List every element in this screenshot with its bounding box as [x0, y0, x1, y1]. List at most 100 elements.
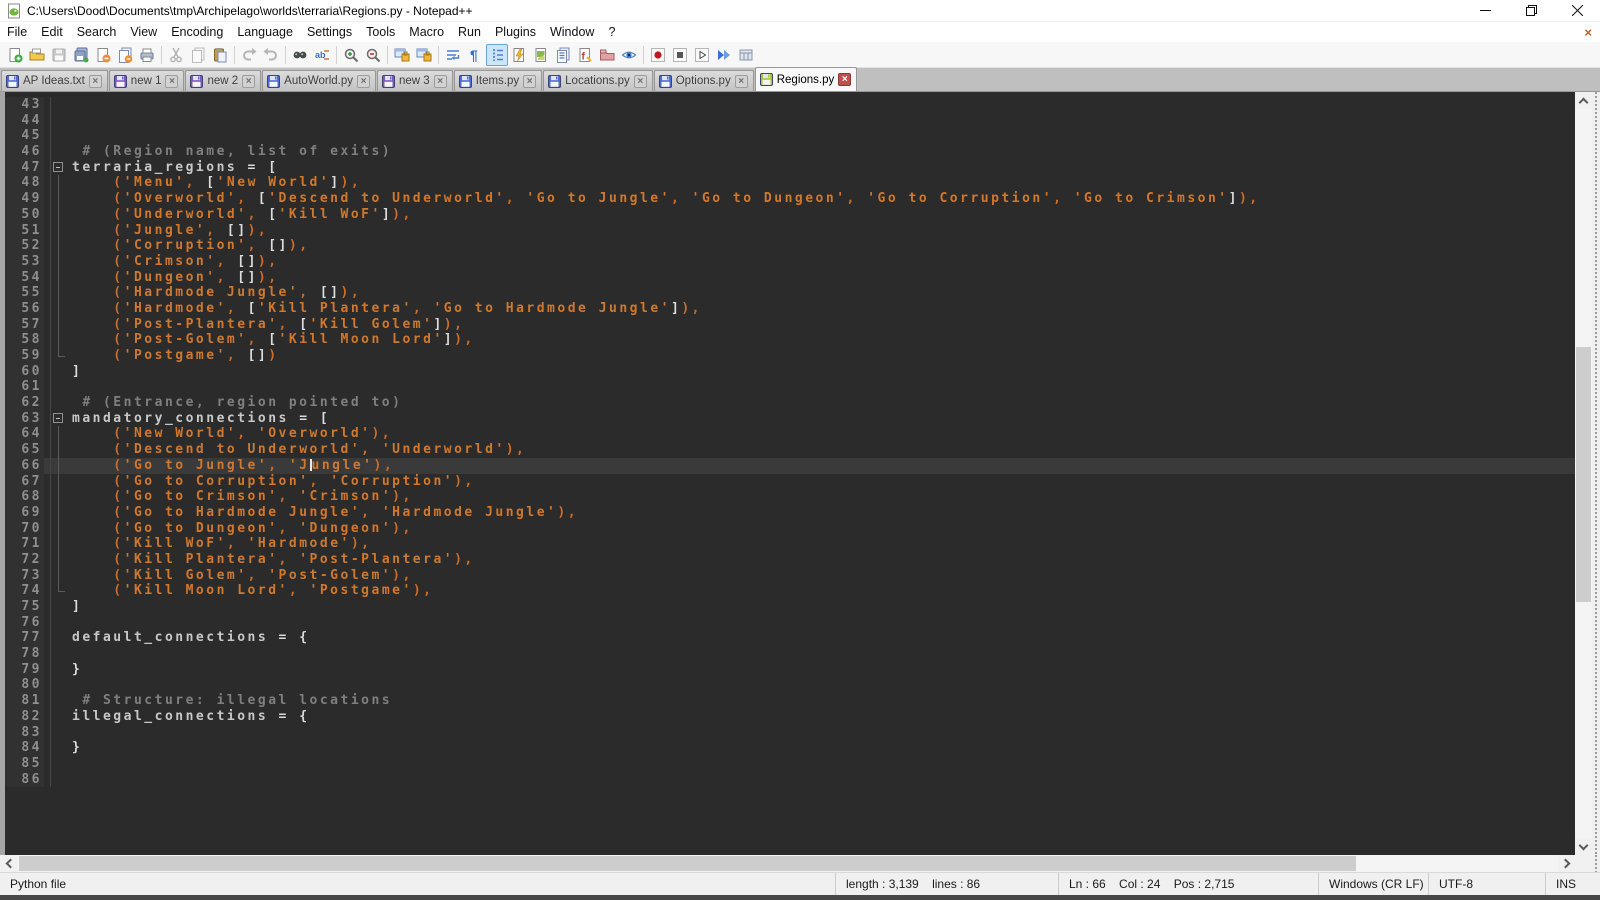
macro-run-multiple-icon[interactable] — [713, 44, 735, 66]
code-line[interactable]: 43 — [5, 97, 1575, 113]
code-line[interactable]: 85 — [5, 756, 1575, 772]
vertical-scrollbar[interactable] — [1575, 92, 1592, 855]
word-wrap-icon[interactable] — [442, 44, 464, 66]
redo-icon[interactable] — [260, 44, 282, 66]
code-line[interactable]: 86 — [5, 772, 1575, 788]
document-list-icon[interactable] — [552, 44, 574, 66]
menu-item-plugins[interactable]: Plugins — [488, 23, 543, 41]
code-line[interactable]: 44 — [5, 113, 1575, 129]
code-line[interactable]: 73 ('Kill Golem', 'Post-Golem'), — [5, 568, 1575, 584]
menu-item-edit[interactable]: Edit — [34, 23, 70, 41]
menu-item-macro[interactable]: Macro — [402, 23, 451, 41]
fold-margin[interactable] — [44, 332, 70, 348]
sync-vertical-icon[interactable] — [391, 44, 413, 66]
tab-regions.py[interactable]: Regions.py× — [755, 67, 858, 91]
menu-item-file[interactable]: File — [0, 23, 34, 41]
fold-margin[interactable] — [44, 725, 70, 741]
code-line[interactable]: 45 — [5, 128, 1575, 144]
horizontal-scroll-thumb[interactable] — [19, 856, 1356, 871]
fold-margin[interactable] — [44, 191, 70, 207]
code-line[interactable]: 51 ('Jungle', []), — [5, 223, 1575, 239]
fold-margin[interactable] — [44, 615, 70, 631]
fold-margin[interactable] — [44, 772, 70, 788]
status-cursor-position[interactable]: Ln : 66 Col : 24 Pos : 2,715 — [1058, 873, 1318, 895]
fold-margin[interactable] — [44, 521, 70, 537]
minimize-button[interactable] — [1462, 0, 1508, 21]
cut-icon[interactable] — [165, 44, 187, 66]
fold-margin[interactable] — [44, 144, 70, 160]
fold-margin[interactable] — [44, 113, 70, 129]
copy-icon[interactable] — [187, 44, 209, 66]
code-line[interactable]: 50 ('Underworld', ['Kill WoF']), — [5, 207, 1575, 223]
code-line[interactable]: 81 # Structure: illegal locations — [5, 693, 1575, 709]
menu-item-tools[interactable]: Tools — [359, 23, 402, 41]
code-line[interactable]: 78 — [5, 646, 1575, 662]
save-all-icon[interactable] — [70, 44, 92, 66]
tab-close-icon[interactable]: × — [165, 75, 178, 88]
code-line[interactable]: 70 ('Go to Dungeon', 'Dungeon'), — [5, 521, 1575, 537]
menu-item-search[interactable]: Search — [70, 23, 124, 41]
code-line[interactable]: 64 ('New World', 'Overworld'), — [5, 426, 1575, 442]
open-file-icon[interactable] — [26, 44, 48, 66]
fold-margin[interactable] — [44, 552, 70, 568]
code-line[interactable]: 58 ('Post-Golem', ['Kill Moon Lord']), — [5, 332, 1575, 348]
code-line[interactable]: 75] — [5, 599, 1575, 615]
document-map-icon[interactable] — [530, 44, 552, 66]
fold-margin[interactable] — [44, 364, 70, 380]
code-line[interactable]: 83 — [5, 725, 1575, 741]
code-line[interactable]: 54 ('Dungeon', []), — [5, 270, 1575, 286]
code-line[interactable]: 82illegal_connections = { — [5, 709, 1575, 725]
code-line[interactable]: 69 ('Go to Hardmode Jungle', 'Hardmode J… — [5, 505, 1575, 521]
code-line[interactable]: 55 ('Hardmode Jungle', []), — [5, 285, 1575, 301]
tab-close-icon[interactable]: × — [634, 75, 647, 88]
fold-margin[interactable] — [44, 693, 70, 709]
sync-horizontal-icon[interactable] — [413, 44, 435, 66]
zoom-in-icon[interactable] — [340, 44, 362, 66]
fold-margin[interactable] — [44, 489, 70, 505]
menu-item-run[interactable]: Run — [451, 23, 488, 41]
code-line[interactable]: 63mandatory_connections = [ — [5, 411, 1575, 427]
tab-new-2[interactable]: new 2× — [185, 70, 261, 91]
code-line[interactable]: 62 # (Entrance, region pointed to) — [5, 395, 1575, 411]
code-line[interactable]: 56 ('Hardmode', ['Kill Plantera', 'Go to… — [5, 301, 1575, 317]
fold-margin[interactable] — [44, 458, 70, 474]
fold-margin[interactable] — [44, 175, 70, 191]
function-list-icon[interactable] — [508, 44, 530, 66]
status-doc-type[interactable]: Python file — [0, 873, 835, 895]
code-line[interactable]: 49 ('Overworld', ['Descend to Underworld… — [5, 191, 1575, 207]
find-icon[interactable] — [289, 44, 311, 66]
status-length-lines[interactable]: length : 3,139 lines : 86 — [835, 873, 1058, 895]
menu-item-language[interactable]: Language — [230, 23, 300, 41]
fold-margin[interactable] — [44, 583, 70, 599]
code-line[interactable]: 74 ('Kill Moon Lord', 'Postgame'), — [5, 583, 1575, 599]
code-line[interactable]: 80 — [5, 677, 1575, 693]
fold-margin[interactable] — [44, 317, 70, 333]
fold-margin[interactable] — [44, 646, 70, 662]
code-line[interactable]: 71 ('Kill WoF', 'Hardmode'), — [5, 536, 1575, 552]
paste-icon[interactable] — [209, 44, 231, 66]
close-document-x-button[interactable]: × — [1584, 26, 1592, 39]
code-line[interactable]: 72 ('Kill Plantera', 'Post-Plantera'), — [5, 552, 1575, 568]
vertical-scroll-track[interactable] — [1575, 109, 1592, 838]
show-all-characters-icon[interactable]: ¶ — [464, 44, 486, 66]
fold-margin[interactable] — [44, 238, 70, 254]
code-line[interactable]: 84} — [5, 740, 1575, 756]
code-editor[interactable]: 43444546 # (Region name, list of exits) 4… — [0, 92, 1575, 855]
menu-item-view[interactable]: View — [123, 23, 164, 41]
indent-guide-icon[interactable] — [486, 44, 508, 66]
fold-margin[interactable] — [44, 599, 70, 615]
fold-margin[interactable] — [44, 630, 70, 646]
macro-record-icon[interactable] — [647, 44, 669, 66]
menu-item-window[interactable]: Window — [543, 23, 601, 41]
code-line[interactable]: 53 ('Crimson', []), — [5, 254, 1575, 270]
code-line[interactable]: 46 # (Region name, list of exits) — [5, 144, 1575, 160]
file-browser-icon[interactable]: f — [574, 44, 596, 66]
menu-item-?[interactable]: ? — [601, 23, 622, 41]
replace-icon[interactable]: ab — [311, 44, 333, 66]
fold-margin[interactable] — [44, 395, 70, 411]
tab-close-icon[interactable]: × — [434, 75, 447, 88]
macro-stop-icon[interactable] — [669, 44, 691, 66]
tab-close-icon[interactable]: × — [838, 73, 851, 86]
undo-icon[interactable] — [238, 44, 260, 66]
scroll-down-button[interactable] — [1575, 838, 1592, 855]
